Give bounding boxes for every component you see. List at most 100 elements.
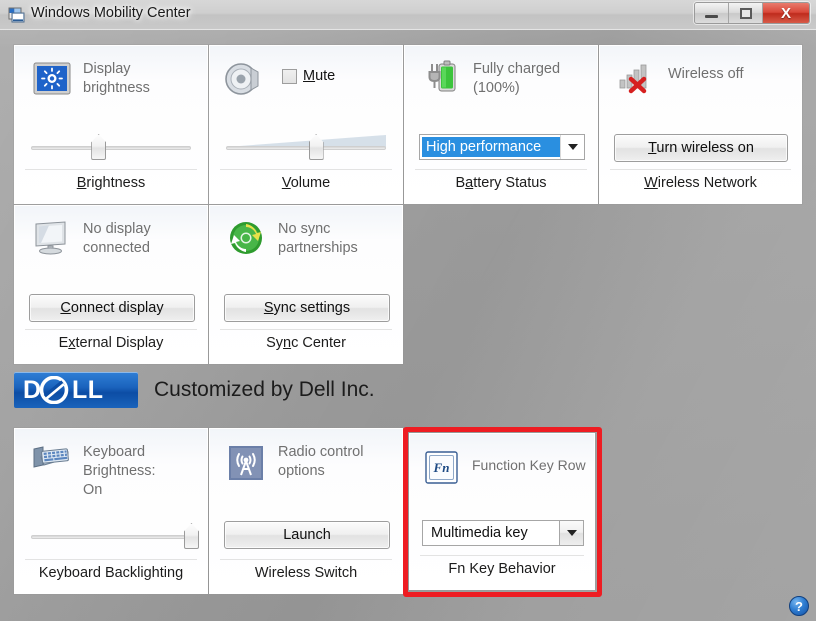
turn-wireless-on-button[interactable]: Turn wireless on <box>614 134 788 162</box>
tile-label: Display brightness <box>83 60 199 98</box>
footer-label: Wireless Switch <box>255 565 357 581</box>
fn-key-value: Multimedia key <box>423 525 559 541</box>
footer-accel-letter: B <box>77 175 87 191</box>
svg-text:LL: LL <box>72 376 104 404</box>
window-title: Windows Mobility Center <box>31 5 191 21</box>
tile-header: Keyboard Brightness: On <box>15 439 207 501</box>
tile-footer-link[interactable]: Wireless Network <box>610 169 791 197</box>
mute-checkbox[interactable] <box>282 69 297 84</box>
button-label: Sync settings <box>264 300 350 316</box>
tile-header: No sync partnerships <box>210 216 402 278</box>
button-accel-letter: S <box>264 300 274 316</box>
launch-button[interactable]: Launch <box>224 521 390 549</box>
tile-battery-status[interactable]: Fully charged (100%) High performance Ba… <box>404 45 598 204</box>
brightness-slider[interactable] <box>31 134 191 160</box>
slider-thumb[interactable] <box>184 523 199 549</box>
chevron-down-icon <box>567 530 577 536</box>
dell-logo: D LL <box>14 372 138 408</box>
tile-display-brightness[interactable]: Display brightness Brightness <box>14 45 208 204</box>
tile-footer-link[interactable]: Keyboard Backlighting <box>25 559 197 587</box>
chevron-down-icon <box>568 144 578 150</box>
tile-external-display[interactable]: No display connected Connect display Ext… <box>14 205 208 364</box>
tile-fn-key-behavior[interactable]: Fn Function Key Row Multimedia key Fn Ke… <box>409 433 595 590</box>
combobox-arrow[interactable] <box>560 135 584 159</box>
help-icon: ? <box>795 599 803 614</box>
fn-key-behavior-combobox[interactable]: Multimedia key <box>422 520 584 546</box>
speaker-icon <box>224 60 264 100</box>
tile-footer-link[interactable]: Fn Key Behavior <box>420 555 584 583</box>
sync-icon <box>228 220 268 260</box>
monitor-icon <box>31 220 71 260</box>
button-label: Turn wireless on <box>648 140 754 156</box>
volume-slider[interactable] <box>226 134 386 160</box>
minimize-button[interactable] <box>695 3 729 23</box>
window-controls: X <box>694 2 810 24</box>
tile-header: Radio control options <box>210 439 402 501</box>
slider-thumb[interactable] <box>309 134 324 160</box>
brightness-icon <box>33 62 73 102</box>
mute-label: Mute <box>303 68 335 84</box>
tile-wireless-switch[interactable]: Radio control options Launch Wireless Sw… <box>209 428 403 594</box>
tile-label: No display connected <box>83 220 199 258</box>
footer-accel-letter: x <box>68 335 75 351</box>
tile-label: No sync partnerships <box>278 220 394 258</box>
help-button[interactable]: ? <box>789 596 809 616</box>
footer-label: Keyboard Backlighting <box>39 565 183 581</box>
mute-accel-letter: M <box>303 68 315 84</box>
tile-sync-center[interactable]: No sync partnerships Sync settings Sync … <box>209 205 403 364</box>
battery-plug-icon <box>423 58 463 98</box>
footer-accel-letter: W <box>644 175 658 191</box>
radio-tower-icon <box>228 445 268 485</box>
footer-label-pre: B <box>455 175 465 191</box>
mute-checkbox-row[interactable]: Mute <box>282 68 335 84</box>
close-icon: X <box>781 6 791 21</box>
footer-accel-letter: V <box>282 175 291 191</box>
title-bar: Windows Mobility Center X <box>0 0 816 30</box>
slider-thumb[interactable] <box>91 134 106 160</box>
tile-label: Radio control options <box>278 443 394 481</box>
wireless-off-icon <box>618 62 658 102</box>
button-accel-letter: C <box>60 300 70 316</box>
tile-footer-link[interactable]: Sync Center <box>220 329 392 357</box>
tile-footer-link[interactable]: External Display <box>25 329 197 357</box>
power-plan-combobox[interactable]: High performance <box>419 134 585 160</box>
keyboard-icon <box>31 445 71 485</box>
tile-volume[interactable]: Mute Volume <box>209 45 403 204</box>
tile-label: Function Key Row <box>472 456 586 475</box>
footer-accel-letter: a <box>465 175 473 191</box>
sync-settings-button[interactable]: Sync settings <box>224 294 390 322</box>
close-button[interactable]: X <box>763 3 809 23</box>
footer-label-pre: E <box>59 335 69 351</box>
tile-footer-link[interactable]: Volume <box>220 169 392 197</box>
combobox-arrow[interactable] <box>559 521 583 545</box>
svg-text:Fn: Fn <box>433 460 450 475</box>
mobility-center-icon <box>8 6 26 24</box>
tile-header: Fully charged (100%) <box>405 56 597 118</box>
maximize-icon <box>740 8 752 19</box>
tile-label: Fully charged (100%) <box>473 60 589 98</box>
button-label: Connect display <box>60 300 163 316</box>
tile-header: No display connected <box>15 216 207 278</box>
mobility-center-window: Windows Mobility Center X <box>0 0 816 621</box>
connect-display-button[interactable]: Connect display <box>29 294 195 322</box>
dell-banner-text: Customized by Dell Inc. <box>154 378 375 402</box>
tile-footer-link[interactable]: Wireless Switch <box>220 559 392 587</box>
slider-track <box>31 535 191 539</box>
footer-label-rest: c Center <box>291 335 346 351</box>
tile-wireless-network[interactable]: Wireless off Turn wireless on Wireless N… <box>599 45 802 204</box>
keyboard-brightness-slider[interactable] <box>31 523 191 549</box>
footer-label: Fn Key Behavior <box>448 561 555 577</box>
tile-label: Keyboard Brightness: On <box>83 443 199 500</box>
tile-label: Wireless off <box>668 65 793 84</box>
tile-keyboard-backlighting[interactable]: Keyboard Brightness: On Keyboard Backlig… <box>14 428 208 594</box>
power-plan-value: High performance <box>422 137 560 157</box>
footer-label-rest: rightness <box>86 175 145 191</box>
tile-header: Wireless off <box>600 56 801 118</box>
tile-footer-link[interactable]: Battery Status <box>415 169 587 197</box>
tile-footer-link[interactable]: Brightness <box>25 169 197 197</box>
minimize-icon <box>705 15 718 18</box>
maximize-button[interactable] <box>729 3 763 23</box>
footer-label-rest: olume <box>291 175 331 191</box>
footer-label-rest: ireless Network <box>658 175 757 191</box>
dell-banner: D LL Customized by Dell Inc. <box>14 372 375 408</box>
